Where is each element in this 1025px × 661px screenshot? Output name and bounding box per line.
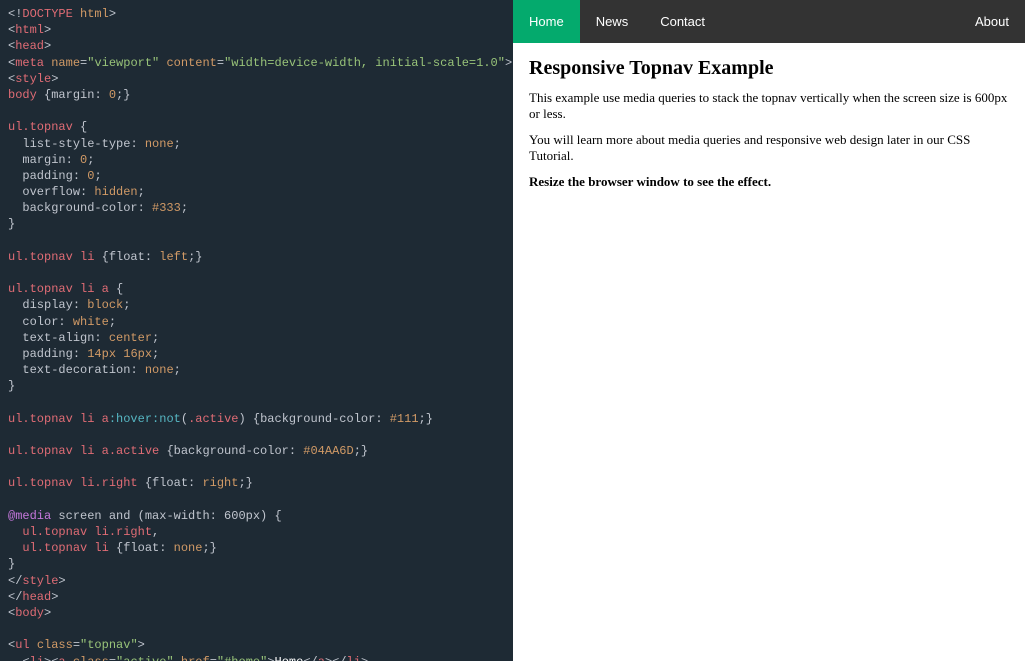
- nav-item-contact[interactable]: Contact: [644, 0, 721, 43]
- nav-item-news[interactable]: News: [580, 0, 645, 43]
- nav-link-news[interactable]: News: [580, 0, 645, 43]
- preview-paragraph-2: You will learn more about media queries …: [529, 132, 1009, 164]
- code-editor[interactable]: <!DOCTYPE html> <html> <head> <meta name…: [0, 0, 513, 661]
- topnav: Home News Contact About: [513, 0, 1025, 43]
- nav-link-home[interactable]: Home: [513, 0, 580, 43]
- preview-content: Responsive Topnav Example This example u…: [513, 57, 1025, 190]
- nav-item-about[interactable]: About: [959, 0, 1025, 43]
- nav-link-contact[interactable]: Contact: [644, 0, 721, 43]
- preview-heading: Responsive Topnav Example: [529, 57, 1009, 80]
- preview-panel: Home News Contact About Responsive Topna…: [513, 0, 1025, 661]
- preview-subheading: Resize the browser window to see the eff…: [529, 174, 1009, 190]
- nav-link-about[interactable]: About: [959, 0, 1025, 43]
- preview-paragraph-1: This example use media queries to stack …: [529, 90, 1009, 122]
- nav-item-home[interactable]: Home: [513, 0, 580, 43]
